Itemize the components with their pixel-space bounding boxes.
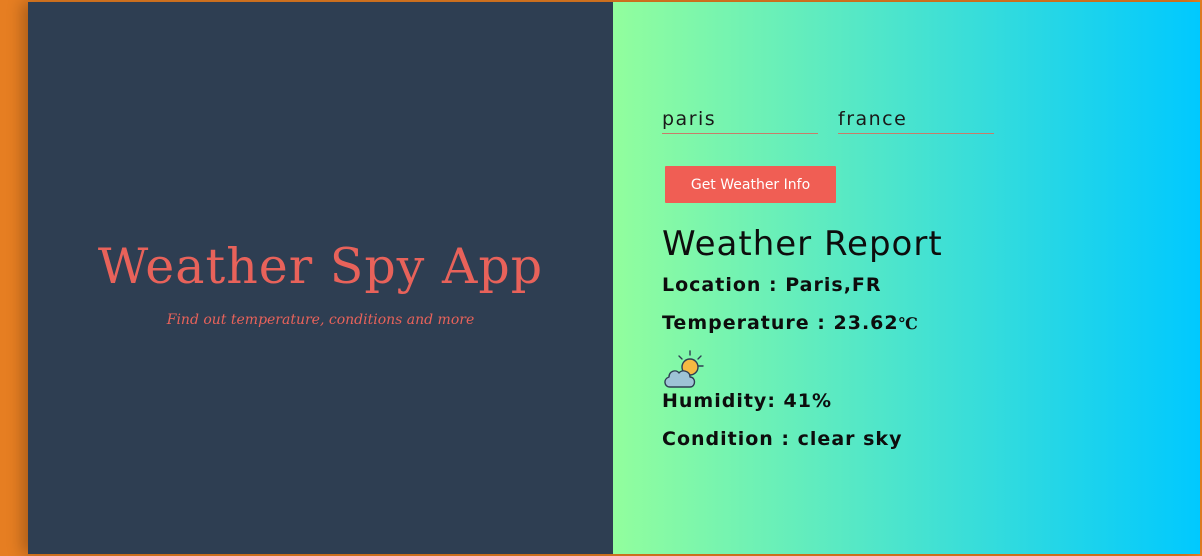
partly-cloudy-sun-icon: [662, 349, 704, 389]
location-line: Location : Paris,FR: [662, 274, 882, 296]
condition-value: clear sky: [797, 428, 903, 450]
condition-label: Condition :: [662, 428, 791, 450]
humidity-value: 41%: [783, 390, 833, 412]
location-value: Paris,FR: [785, 274, 882, 296]
temperature-unit: ℃: [898, 314, 919, 333]
report-title: Weather Report: [662, 224, 943, 264]
location-label: Location :: [662, 274, 778, 296]
search-form: [662, 104, 994, 134]
intro-panel: Weather Spy App Find out temperature, co…: [28, 2, 613, 554]
weather-panel: Get Weather Info Weather Report Location…: [613, 2, 1200, 554]
app-subtitle: Find out temperature, conditions and mor…: [166, 312, 475, 328]
humidity-line: Humidity: 41%: [662, 390, 832, 412]
condition-line: Condition : clear sky: [662, 428, 902, 450]
humidity-label: Humidity:: [662, 390, 776, 412]
app-container: Weather Spy App Find out temperature, co…: [28, 2, 1200, 554]
temperature-label: Temperature :: [662, 312, 826, 334]
get-weather-button[interactable]: Get Weather Info: [665, 166, 836, 203]
temperature-line: Temperature : 23.62℃: [662, 312, 919, 334]
country-input[interactable]: [838, 104, 994, 134]
temperature-value: 23.62: [833, 312, 899, 334]
city-input[interactable]: [662, 104, 818, 134]
app-title: Weather Spy App: [97, 238, 544, 295]
